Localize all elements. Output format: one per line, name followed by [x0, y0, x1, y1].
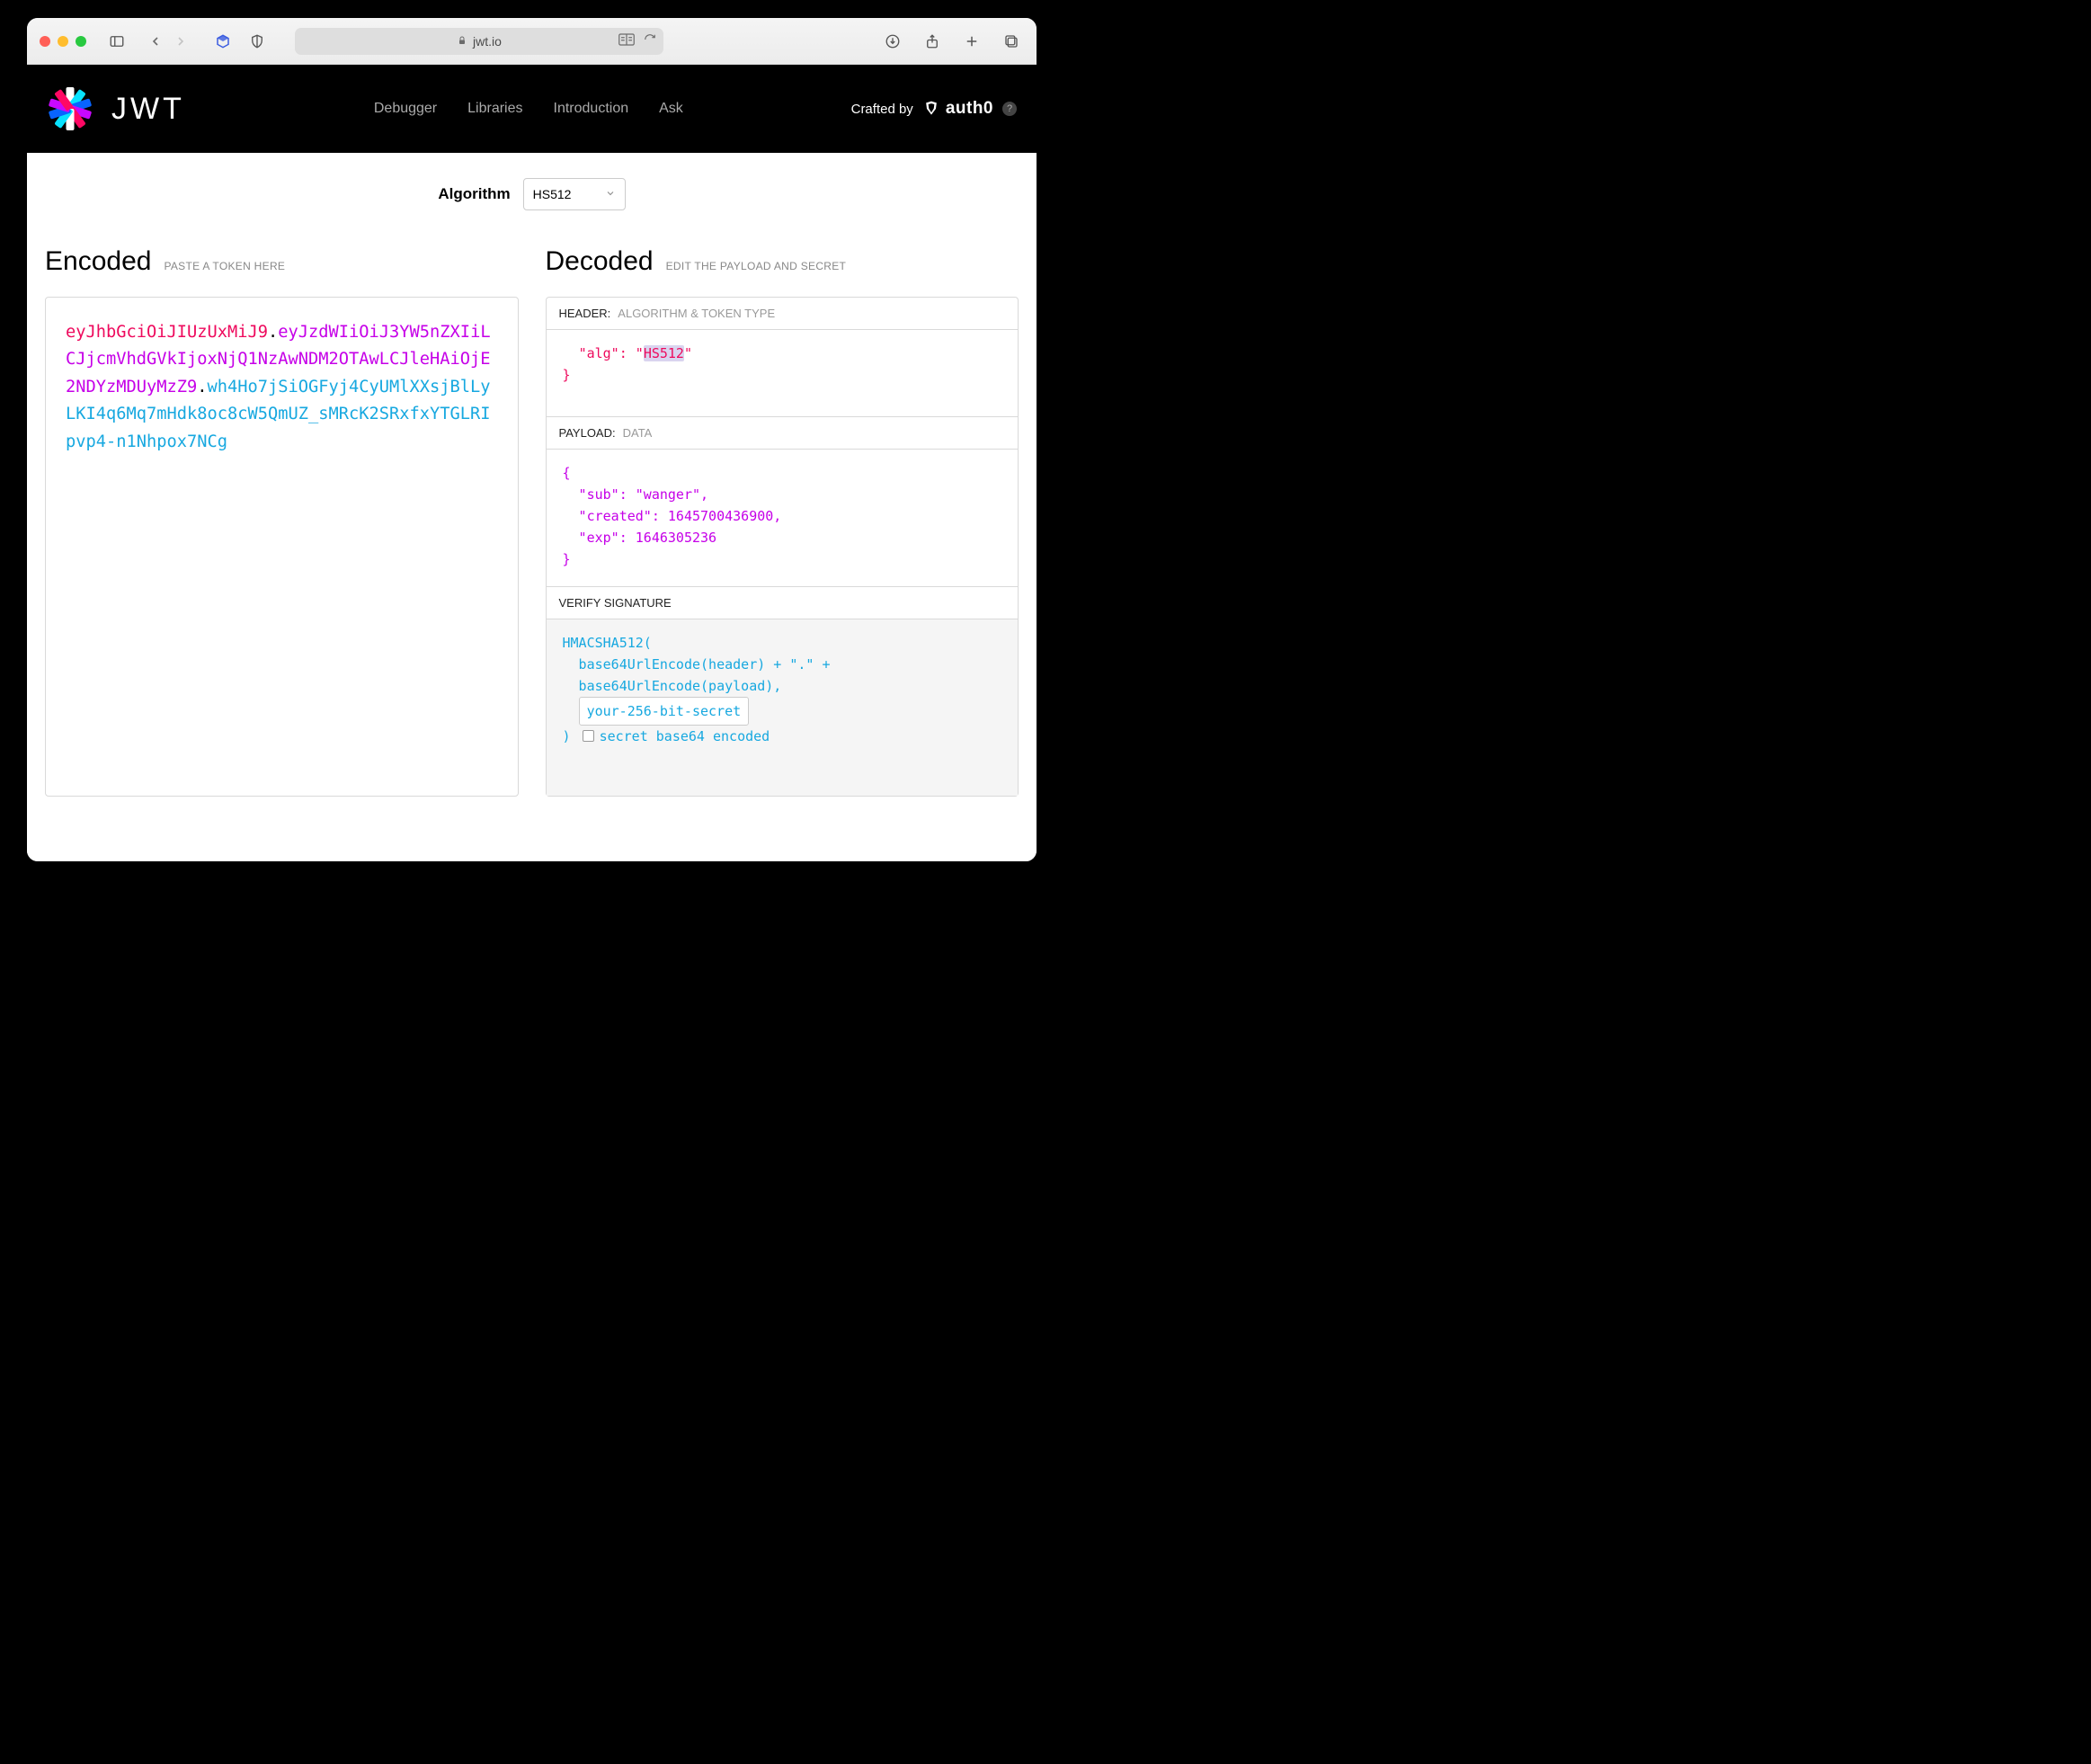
- crafted-by: Crafted by auth0 ?: [851, 99, 1017, 119]
- reader-icon[interactable]: [618, 33, 635, 49]
- browser-toolbar: jwt.io: [27, 18, 1037, 65]
- algorithm-selected: HS512: [533, 187, 572, 201]
- auth0-logo[interactable]: auth0: [922, 99, 993, 119]
- window-controls: [40, 36, 86, 47]
- brand-text: JWT: [111, 92, 185, 127]
- signature-pane-label: VERIFY SIGNATURE: [559, 596, 672, 610]
- secret-input[interactable]: your-256-bit-secret: [579, 697, 750, 726]
- nav-ask[interactable]: Ask: [659, 101, 683, 117]
- minimize-window-icon[interactable]: [58, 36, 68, 47]
- nav-libraries[interactable]: Libraries: [467, 101, 522, 117]
- algorithm-select[interactable]: HS512: [523, 178, 626, 210]
- url-host: jwt.io: [473, 34, 502, 49]
- algorithm-label: Algorithm: [438, 185, 510, 203]
- sig-line-3: base64UrlEncode(payload),: [563, 675, 1002, 697]
- nav-introduction[interactable]: Introduction: [554, 101, 629, 117]
- decoded-header-pane: HEADER: ALGORITHM & TOKEN TYPE "alg": "H…: [547, 298, 1019, 416]
- encoded-token-input[interactable]: eyJhbGciOiJIUzUxMiJ9.eyJzdWIiOiJ3YW5nZXI…: [45, 297, 519, 797]
- secret-base64-label: secret base64 encoded: [600, 728, 770, 744]
- page-content: Algorithm HS512 Encoded PASTE A TOKEN HE…: [27, 153, 1037, 861]
- reload-icon[interactable]: [644, 33, 656, 49]
- payload-line-exp: "exp": 1646305236: [563, 527, 1002, 548]
- auth0-shield-icon: [922, 100, 940, 118]
- header-pane-body[interactable]: "alg": "HS512"}: [547, 330, 1019, 416]
- downloads-icon[interactable]: [880, 29, 905, 54]
- jwt-snowflake-icon: [47, 85, 93, 132]
- auth0-text: auth0: [946, 99, 993, 119]
- privacy-shield-icon[interactable]: [245, 29, 270, 54]
- share-icon[interactable]: [920, 29, 945, 54]
- site-logo[interactable]: JWT: [47, 85, 185, 132]
- chevron-down-icon: [605, 187, 616, 201]
- payload-pane-body[interactable]: { "sub": "wanger", "created": 1645700436…: [547, 450, 1019, 586]
- main-nav: Debugger Libraries Introduction Ask: [374, 101, 683, 117]
- help-icon[interactable]: ?: [1002, 102, 1017, 116]
- lock-icon: [457, 34, 467, 49]
- payload-pane-label: PAYLOAD:: [559, 426, 616, 440]
- forward-button[interactable]: [169, 30, 192, 53]
- site-header: JWT Debugger Libraries Introduction Ask …: [27, 65, 1037, 153]
- decoded-box: HEADER: ALGORITHM & TOKEN TYPE "alg": "H…: [546, 297, 1019, 797]
- header-pane-sub: ALGORITHM & TOKEN TYPE: [618, 307, 775, 320]
- decoded-column: Decoded EDIT THE PAYLOAD AND SECRET HEAD…: [546, 246, 1019, 797]
- browser-window: jwt.io: [27, 18, 1037, 861]
- algorithm-row: Algorithm HS512: [45, 178, 1019, 210]
- decoded-payload-pane: PAYLOAD: DATA { "sub": "wanger", "create…: [547, 416, 1019, 586]
- signature-pane-body: HMACSHA512( base64UrlEncode(header) + ".…: [547, 619, 1019, 763]
- decoded-title: Decoded: [546, 246, 654, 277]
- decoded-hint: EDIT THE PAYLOAD AND SECRET: [666, 260, 847, 272]
- decoded-signature-pane: VERIFY SIGNATURE HMACSHA512( base64UrlEn…: [547, 586, 1019, 796]
- crafted-label: Crafted by: [851, 102, 913, 117]
- new-tab-icon[interactable]: [959, 29, 984, 54]
- encoded-column: Encoded PASTE A TOKEN HERE eyJhbGciOiJIU…: [45, 246, 519, 797]
- payload-line-open: {: [563, 462, 1002, 484]
- header-alg-key: "alg": [579, 345, 619, 361]
- sig-line-1: HMACSHA512(: [563, 632, 1002, 654]
- extension-cube-icon[interactable]: [210, 29, 236, 54]
- header-pane-label: HEADER:: [559, 307, 611, 320]
- header-alg-value: HS512: [644, 345, 684, 361]
- sidebar-toggle-icon[interactable]: [104, 29, 129, 54]
- encoded-hint: PASTE A TOKEN HERE: [164, 260, 285, 272]
- maximize-window-icon[interactable]: [76, 36, 86, 47]
- sig-line-2: base64UrlEncode(header) + "." +: [563, 654, 1002, 675]
- payload-line-close: }: [563, 548, 1002, 570]
- address-bar[interactable]: jwt.io: [295, 28, 663, 55]
- encoded-title: Encoded: [45, 246, 151, 277]
- secret-base64-checkbox[interactable]: [583, 730, 594, 742]
- payload-line-created: "created": 1645700436900,: [563, 505, 1002, 527]
- payload-pane-sub: DATA: [623, 426, 653, 440]
- nav-debugger[interactable]: Debugger: [374, 101, 437, 117]
- token-header-segment: eyJhbGciOiJIUzUxMiJ9: [66, 323, 268, 342]
- back-button[interactable]: [144, 30, 167, 53]
- payload-line-sub: "sub": "wanger",: [563, 484, 1002, 505]
- tabs-overview-icon[interactable]: [999, 29, 1024, 54]
- sig-line-close: ): [563, 728, 579, 744]
- close-window-icon[interactable]: [40, 36, 50, 47]
